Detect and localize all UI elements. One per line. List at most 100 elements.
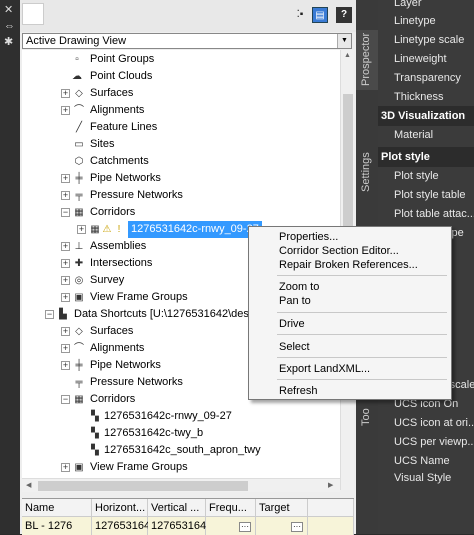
collapse-minus-icon[interactable]: − xyxy=(61,208,70,217)
property-linetype[interactable]: Linetype xyxy=(378,12,474,31)
tab-settings[interactable]: Settings xyxy=(356,150,378,194)
grid-cell-name-text: BL - 1276 xyxy=(25,520,73,532)
menu-item-select[interactable]: Select xyxy=(279,340,310,354)
tree-item-label: Sites xyxy=(90,138,115,150)
expand-plus-icon[interactable]: + xyxy=(61,463,70,472)
tree-item-label: Data Shortcuts [U:\1276531642\design\d xyxy=(74,308,273,320)
close-icon[interactable]: ✕ xyxy=(4,4,13,16)
pressure-network-icon: ╤ xyxy=(75,377,83,388)
grid-cell-vertical[interactable]: 1276531642 xyxy=(148,517,212,535)
item-view-icon[interactable]: ⁚▪ xyxy=(292,7,308,23)
tree-item-label: Pressure Networks xyxy=(90,376,183,388)
tree-horizontal-scrollbar[interactable]: ◀ ▶ xyxy=(22,478,340,492)
property-plot-style-table[interactable]: Plot style table xyxy=(378,186,474,205)
help-icon[interactable]: ? xyxy=(336,7,352,23)
expand-plus-icon[interactable]: + xyxy=(61,242,70,251)
view-selector-dropdown[interactable]: Active Drawing View ▼ xyxy=(22,33,352,49)
menu-item-repair-broken-references[interactable]: Repair Broken References... xyxy=(279,258,418,272)
expand-plus-icon[interactable]: + xyxy=(61,106,70,115)
collapse-minus-icon[interactable]: − xyxy=(61,395,70,404)
menu-item-export-landxml[interactable]: Export LandXML... xyxy=(279,362,370,376)
feature-line-icon: ╱ xyxy=(75,122,83,133)
property-transparency[interactable]: Transparency xyxy=(378,69,474,88)
view-frame-icon: ▣ xyxy=(74,292,84,303)
grid-cell-horizontal[interactable]: 1276531642 xyxy=(92,517,156,535)
column-header-vertical[interactable]: Vertical ... xyxy=(148,499,206,517)
expand-plus-icon[interactable]: + xyxy=(61,174,70,183)
property-plot-style[interactable]: Plot style xyxy=(378,167,474,186)
scroll-up-icon[interactable]: ▲ xyxy=(344,52,351,59)
tree-item-label: Surfaces xyxy=(90,325,134,337)
pipe-network-icon: ╪ xyxy=(75,173,83,184)
expand-plus-icon[interactable]: + xyxy=(61,191,70,200)
menu-separator xyxy=(277,334,447,335)
ellipsis-button-icon[interactable]: ··· xyxy=(239,522,251,532)
view-frame-icon: ▣ xyxy=(74,462,84,473)
expand-plus-icon[interactable]: + xyxy=(61,276,70,285)
menu-item-refresh[interactable]: Refresh xyxy=(279,384,318,398)
scroll-right-icon[interactable]: ▶ xyxy=(328,481,333,489)
tab-toolspace[interactable]: Too xyxy=(356,400,378,430)
grid-cell-horizontal-text: 1276531642 xyxy=(95,520,157,532)
pressure-network-icon: ╤ xyxy=(75,190,83,201)
menu-item-drive[interactable]: Drive xyxy=(279,317,305,331)
point-cloud-icon: ☁ xyxy=(72,71,82,82)
menu-item-properties[interactable]: Properties... xyxy=(279,230,338,244)
context-menu: Properties... Corridor Section Editor...… xyxy=(248,226,452,400)
column-header-name[interactable]: Name xyxy=(22,499,92,517)
settings-icon[interactable]: ✱ xyxy=(4,36,13,48)
corridor-shortcut-icon: ▚ xyxy=(91,428,99,439)
auto-hide-icon[interactable]: ⇔ xyxy=(4,20,15,32)
corridor-shortcut-icon: ▚ xyxy=(91,411,99,422)
property-ucs-icon-at-origin[interactable]: UCS icon at ori... xyxy=(378,414,474,433)
menu-item-pan-to[interactable]: Pan to xyxy=(279,294,311,308)
collapse-minus-icon[interactable]: − xyxy=(45,310,54,319)
surface-icon: ◇ xyxy=(75,88,83,99)
tab-prospector[interactable]: Prospector xyxy=(356,30,378,90)
chevron-down-icon[interactable]: ▼ xyxy=(337,34,351,48)
property-ucs-per-viewport[interactable]: UCS per viewp... xyxy=(378,433,474,452)
menu-separator xyxy=(277,275,447,276)
expand-plus-icon[interactable]: + xyxy=(61,327,70,336)
property-thickness[interactable]: Thickness xyxy=(378,88,474,107)
column-header-frequency[interactable]: Frequ... xyxy=(206,499,256,517)
column-header-target[interactable]: Target xyxy=(256,499,308,517)
alignment-icon: ⌒ xyxy=(74,343,84,354)
list-view-icon[interactable]: ▤ xyxy=(312,7,328,23)
expand-plus-icon[interactable]: + xyxy=(61,361,70,370)
property-plot-table-attached[interactable]: Plot table attac... xyxy=(378,205,474,224)
tree-item-label: Catchments xyxy=(90,155,149,167)
grid-cell-target[interactable]: ··· xyxy=(256,517,308,535)
section-plot-style[interactable]: Plot style xyxy=(378,147,474,167)
expand-plus-icon[interactable]: + xyxy=(61,259,70,268)
column-header-horizontal[interactable]: Horizont... xyxy=(92,499,148,517)
expand-plus-icon[interactable]: + xyxy=(61,344,70,353)
grid-cell-name[interactable]: BL - 1276 xyxy=(22,517,92,535)
surface-icon: ◇ xyxy=(75,326,83,337)
tree-item-label: Feature Lines xyxy=(90,121,158,133)
grid-cell-frequency[interactable]: ··· xyxy=(206,517,256,535)
expand-plus-icon[interactable]: + xyxy=(61,293,70,302)
scroll-left-icon[interactable]: ◀ xyxy=(26,481,31,489)
menu-item-corridor-section-editor[interactable]: Corridor Section Editor... xyxy=(279,244,399,258)
section-3d-visualization[interactable]: 3D Visualization xyxy=(378,106,474,126)
expand-plus-icon[interactable]: + xyxy=(61,89,70,98)
tree-item-label: Intersections xyxy=(90,257,153,269)
tree-item-label: 1276531642c_south_apron_twy xyxy=(104,444,261,456)
tree-item-label: Corridors xyxy=(90,393,136,405)
corridor-icon: ▦ xyxy=(74,207,84,218)
item-list-grid: Name Horizont... Vertical ... Frequ... T… xyxy=(22,498,354,535)
property-linetype-scale[interactable]: Linetype scale xyxy=(378,31,474,50)
toolspace-toolbar: ⁚▪ ▤ ? xyxy=(20,0,356,32)
expand-plus-icon[interactable]: + xyxy=(77,225,86,234)
data-shortcut-icon: ▙ xyxy=(59,309,67,320)
property-lineweight[interactable]: Lineweight xyxy=(378,50,474,69)
property-visual-style[interactable]: Visual Style xyxy=(378,469,474,488)
tree-item-label: 1276531642c-rnwy_09-27 xyxy=(104,410,232,422)
tree-item-label: 1276531642c-twy_b xyxy=(104,427,204,439)
menu-separator xyxy=(277,379,447,380)
menu-item-zoom-to[interactable]: Zoom to xyxy=(279,280,319,294)
ellipsis-button-icon[interactable]: ··· xyxy=(291,522,303,532)
property-material[interactable]: Material xyxy=(378,126,474,145)
scrollbar-thumb[interactable] xyxy=(38,481,248,491)
